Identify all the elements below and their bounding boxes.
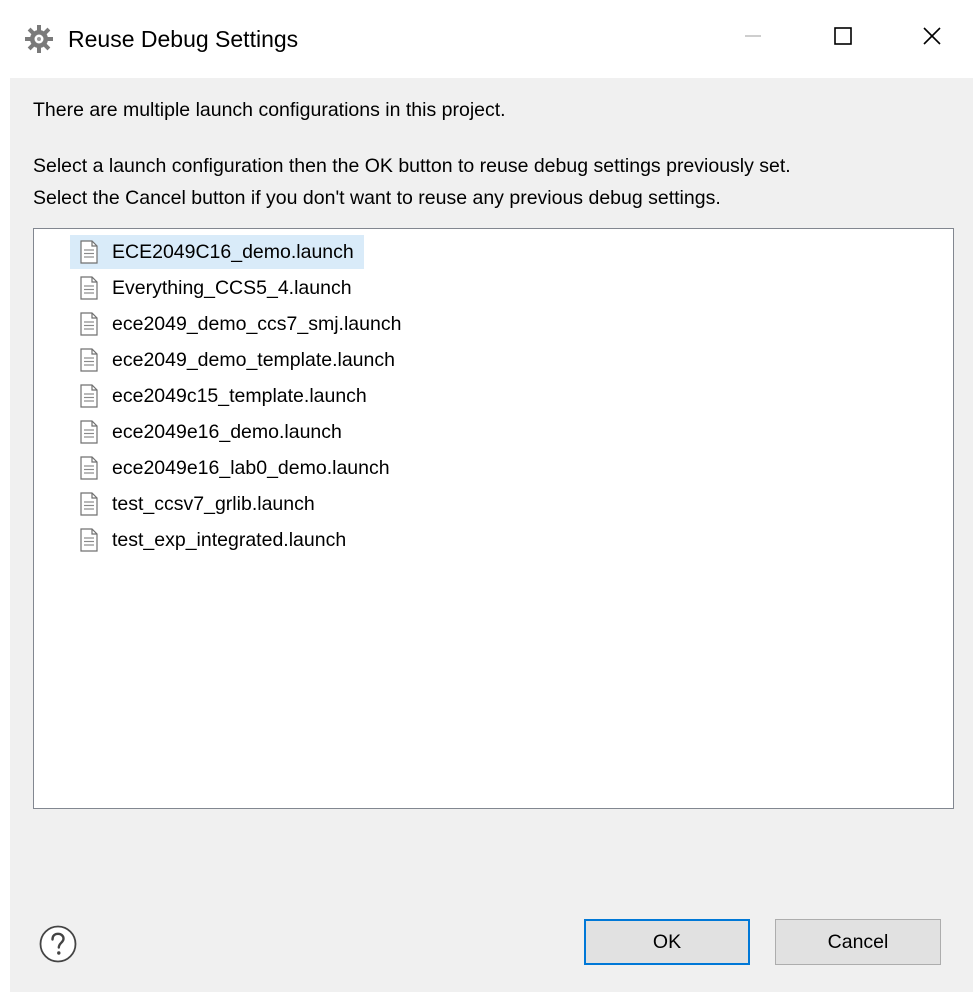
file-icon: [80, 240, 98, 264]
list-item-label: Everything_CCS5_4.launch: [112, 276, 352, 299]
close-button[interactable]: [887, 0, 973, 72]
file-icon: [80, 384, 98, 408]
instruction-cancel: Select the Cancel button if you don't wa…: [33, 187, 721, 209]
minimize-icon: [745, 35, 761, 37]
list-item-label: ece2049e16_lab0_demo.launch: [112, 456, 390, 479]
title-bar: Reuse Debug Settings: [0, 0, 973, 78]
file-icon: [80, 492, 98, 516]
list-item-label: ece2049_demo_ccs7_smj.launch: [112, 312, 402, 335]
list-item-label: ece2049_demo_template.launch: [112, 348, 395, 371]
list-item-label: ece2049e16_demo.launch: [112, 420, 342, 443]
maximize-icon: [834, 27, 852, 45]
window-title: Reuse Debug Settings: [68, 26, 299, 52]
cancel-button[interactable]: Cancel: [775, 919, 941, 965]
instruction-ok: Select a launch configuration then the O…: [33, 155, 791, 177]
list-item[interactable]: test_ccsv7_grlib.launch: [70, 487, 325, 521]
list-item-label: test_exp_integrated.launch: [112, 528, 347, 551]
file-icon: [80, 348, 98, 372]
list-item[interactable]: ECE2049C16_demo.launch: [70, 235, 364, 269]
list-item[interactable]: ece2049_demo_ccs7_smj.launch: [70, 307, 411, 341]
file-icon: [80, 528, 98, 552]
file-icon: [80, 420, 98, 444]
list-item[interactable]: test_exp_integrated.launch: [70, 523, 356, 557]
list-item[interactable]: ece2049_demo_template.launch: [70, 343, 405, 377]
list-item-label: ece2049c15_template.launch: [112, 384, 367, 407]
gear-icon: [25, 25, 53, 53]
minimize-button[interactable]: [708, 0, 798, 72]
file-icon: [80, 312, 98, 336]
file-icon: [80, 456, 98, 480]
maximize-button[interactable]: [798, 0, 888, 72]
help-icon[interactable]: [38, 924, 78, 964]
info-message: There are multiple launch configurations…: [33, 99, 506, 121]
file-icon: [80, 276, 98, 300]
close-icon: [923, 27, 941, 45]
list-item-label: ECE2049C16_demo.launch: [112, 240, 354, 263]
list-item[interactable]: ece2049e16_demo.launch: [70, 415, 352, 449]
list-item[interactable]: ece2049c15_template.launch: [70, 379, 377, 413]
list-item[interactable]: ece2049e16_lab0_demo.launch: [70, 451, 400, 485]
list-item-label: test_ccsv7_grlib.launch: [112, 492, 315, 515]
launch-config-list[interactable]: ECE2049C16_demo.launch Everything_CCS5_4…: [33, 228, 954, 809]
list-item[interactable]: Everything_CCS5_4.launch: [70, 271, 362, 305]
ok-button[interactable]: OK: [584, 919, 750, 965]
